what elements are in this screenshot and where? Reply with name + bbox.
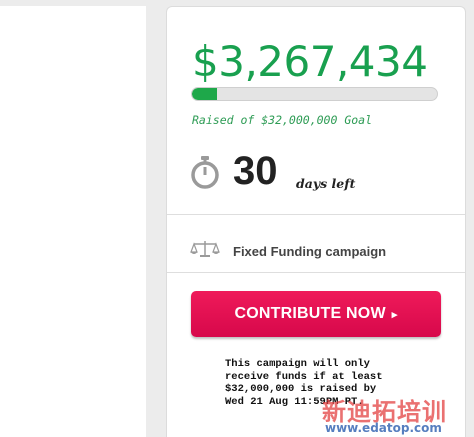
funding-progress-fill (192, 88, 217, 100)
note-line: This campaign will only (225, 358, 370, 370)
days-left-label: days left (296, 176, 356, 191)
goal-text: Raised of $32,000,000 Goal (192, 113, 373, 127)
stopwatch-icon (191, 156, 219, 189)
amount-raised: $3,267,434 (192, 37, 428, 86)
left-panel (0, 6, 146, 437)
balance-scale-icon (190, 241, 220, 257)
contribute-button-label: CONTRIBUTE NOW (234, 305, 386, 322)
divider (167, 214, 465, 215)
divider (167, 272, 465, 273)
funding-progress-bar (191, 87, 438, 101)
days-left-number: 30 (233, 149, 278, 193)
funding-type-label: Fixed Funding campaign (233, 244, 387, 259)
contribute-now-button[interactable]: CONTRIBUTE NOW ▸ (191, 291, 441, 337)
campaign-card: $3,267,434 Raised of $32,000,000 Goal 30… (166, 6, 466, 437)
note-line: receive funds if at least (225, 370, 383, 383)
play-arrow-icon: ▸ (391, 308, 398, 321)
watermark-url: www.edatop.com (325, 421, 442, 435)
